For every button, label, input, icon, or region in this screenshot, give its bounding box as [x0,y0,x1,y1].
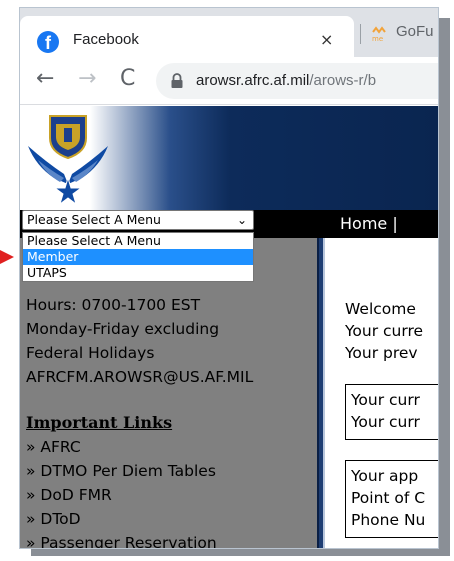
url-path: /arows-r/b [309,72,377,89]
tab-separator [360,24,361,44]
close-icon[interactable]: × [320,30,333,49]
important-links-heading: Important Links [26,413,173,432]
back-arrow-icon[interactable]: ← [36,67,54,91]
tab-facebook[interactable]: f Facebook × [20,16,354,57]
url-text: arowsr.afrc.af.mil/arows-r/b [196,72,376,89]
chevron-down-icon: ⌄ [236,213,247,227]
hours-text: Hours: 0700-1700 EST [26,296,201,314]
tab-gofundme[interactable]: GoFu [396,23,434,40]
lock-icon [171,73,183,88]
menu-option-please-select[interactable]: Please Select A Menu [23,233,253,249]
air-force-reserve-emblem [28,115,108,206]
box1-line-2: Your curr [351,413,420,431]
box2-line-2: Point of C [351,489,426,507]
column-divider [317,238,325,548]
browser-toolbar: ← → C arowsr.afrc.af.mil/arows-r/b [20,57,438,105]
browser-window: f Facebook × me GoFu ← → C arowsr.afrc.a… [19,7,439,549]
box1-line-1: Your curr [351,391,420,409]
days-text: Monday-Friday excluding [26,320,220,338]
current-text: Your curre [345,322,424,340]
menu-dropdown-list: Please Select A Menu Member UTAPS [22,232,254,282]
box2-line-3: Phone Nu [351,511,426,529]
main-content: Welcome Your curre Your prev Your curr Y… [325,238,438,548]
contact-email[interactable]: AFRCFM.AROWSR@US.AF.MIL [26,368,253,386]
pointer-arrow-icon [0,250,14,264]
current-info-box: Your curr Your curr [345,384,438,440]
holidays-text: Federal Holidays [26,344,155,362]
site-header [20,106,438,210]
sidebar: Hours: 0700-1700 EST Monday-Friday exclu… [20,238,317,548]
svg-text:me: me [372,35,383,42]
home-link[interactable]: Home | [340,214,398,233]
link-dod-fmr[interactable]: » DoD FMR [26,486,112,504]
menu-select-value: Please Select A Menu [27,212,161,227]
box2-line-1: Your app [351,467,419,485]
menu-option-utaps[interactable]: UTAPS [23,265,253,281]
link-passenger-reservation[interactable]: » Passenger Reservation [26,534,217,548]
gofundme-icon: me [372,26,386,42]
reload-icon[interactable]: C [120,67,135,91]
approver-info-box: Your app Point of C Phone Nu [345,460,438,538]
tab-strip: f Facebook × me GoFu [20,8,438,57]
menu-select[interactable]: Please Select A Menu ⌄ [22,210,254,230]
tab-title: Facebook [73,31,139,48]
menu-option-member[interactable]: Member [23,249,253,265]
link-afrc[interactable]: » AFRC [26,438,81,456]
link-dtod[interactable]: » DToD [26,510,81,528]
welcome-text: Welcome [345,300,416,318]
address-bar[interactable]: arowsr.afrc.af.mil/arows-r/b [156,63,438,99]
previous-text: Your prev [345,344,418,362]
link-dtmo-per-diem[interactable]: » DTMO Per Diem Tables [26,462,216,480]
forward-arrow-icon[interactable]: → [78,67,96,91]
url-host: arowsr.afrc.af.mil [196,72,310,89]
facebook-icon: f [37,31,59,53]
